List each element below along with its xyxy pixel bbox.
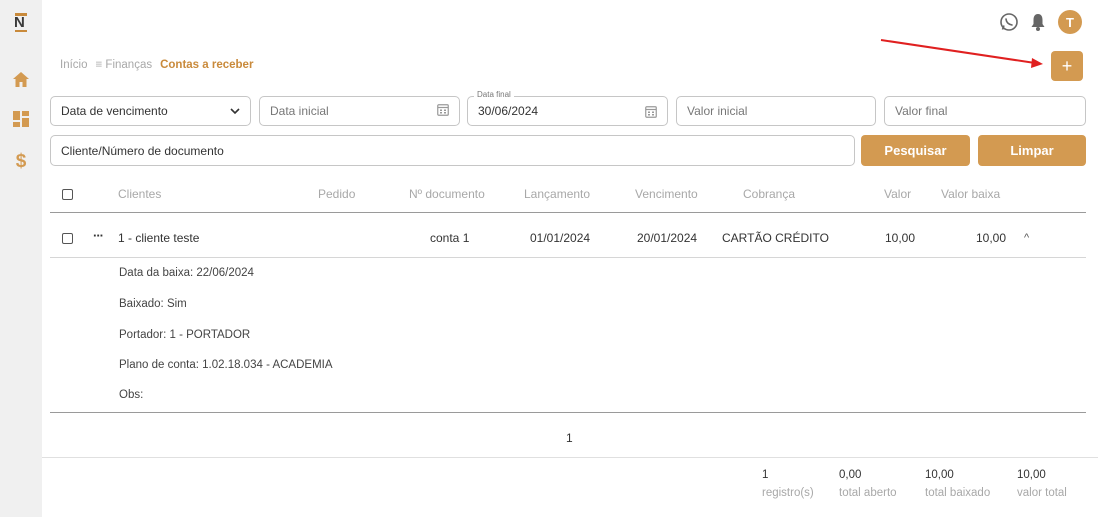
- valor-total-label: valor total: [1017, 487, 1067, 499]
- select-all-checkbox[interactable]: [62, 189, 73, 200]
- col-header-clientes[interactable]: Clientes: [118, 187, 161, 201]
- client-document-search-input[interactable]: Cliente/Número de documento: [50, 135, 855, 166]
- app-logo[interactable]: N: [0, 10, 42, 36]
- value-end-field[interactable]: Valor final: [884, 96, 1086, 126]
- bell-icon[interactable]: [1030, 12, 1046, 32]
- date-start-field[interactable]: Data inicial: [259, 96, 460, 126]
- date-type-select[interactable]: Data de vencimento: [50, 96, 251, 126]
- col-header-lancamento[interactable]: Lançamento: [524, 187, 590, 201]
- add-button[interactable]: +: [1051, 51, 1083, 81]
- row-actions-menu-icon[interactable]: ···: [93, 228, 104, 243]
- home-icon[interactable]: [0, 68, 42, 90]
- total-baixado-label: total baixado: [925, 487, 991, 499]
- sidebar: N $: [0, 0, 42, 517]
- total-registros-value: 1: [762, 469, 769, 481]
- detail-data-baixa: Data da baixa: 22/06/2024: [119, 267, 254, 279]
- date-start-placeholder: Data inicial: [270, 104, 329, 118]
- detail-plano-conta: Plano de conta: 1.02.18.034 - ACADEMIA: [119, 359, 333, 371]
- total-aberto-label: total aberto: [839, 487, 897, 499]
- detail-portador: Portador: 1 - PORTADOR: [119, 329, 251, 341]
- col-header-cobranca[interactable]: Cobrança: [743, 187, 795, 201]
- row-checkbox[interactable]: [62, 233, 73, 244]
- col-header-pedido[interactable]: Pedido: [318, 187, 355, 201]
- breadcrumb-current: Contas a receber: [160, 59, 254, 71]
- value-end-placeholder: Valor final: [895, 104, 948, 118]
- total-registros-label: registro(s): [762, 487, 814, 499]
- chevron-down-icon: [230, 104, 240, 118]
- date-type-value: Data de vencimento: [61, 104, 168, 118]
- details-divider: [50, 412, 1086, 413]
- detail-baixado: Baixado: Sim: [119, 298, 187, 310]
- calendar-icon[interactable]: [645, 105, 657, 121]
- value-start-field[interactable]: Valor inicial: [676, 96, 876, 126]
- collapse-chevron-icon[interactable]: ^: [1024, 232, 1029, 244]
- footer-divider: [42, 457, 1098, 458]
- breadcrumb-finance[interactable]: ≡ Finanças: [96, 59, 153, 71]
- col-header-valor-baixa[interactable]: Valor baixa: [941, 187, 1000, 201]
- menu-lines-icon: ≡: [95, 59, 103, 71]
- cell-valor-baixa: 10,00: [976, 231, 1007, 245]
- col-header-vencimento[interactable]: Vencimento: [635, 187, 698, 201]
- dashboard-icon[interactable]: [0, 108, 42, 130]
- detail-obs: Obs:: [119, 389, 144, 401]
- clear-button[interactable]: Limpar: [978, 135, 1086, 166]
- cell-valor: 10,00: [885, 231, 916, 245]
- breadcrumb: Início ≡ Finanças Contas a receber: [60, 59, 253, 71]
- annotation-arrow-icon: [880, 39, 1043, 68]
- user-avatar[interactable]: T: [1058, 10, 1082, 34]
- date-end-field[interactable]: 30/06/2024: [467, 96, 668, 126]
- date-end-label: Data final: [474, 90, 514, 100]
- row-divider: [50, 257, 1086, 258]
- cell-vencimento: 20/01/2024: [637, 231, 698, 245]
- date-end-value: 30/06/2024: [478, 104, 539, 118]
- breadcrumb-home[interactable]: Início: [60, 59, 88, 71]
- cell-cliente: 1 - cliente teste: [118, 231, 200, 245]
- calendar-icon[interactable]: [437, 103, 449, 119]
- logo-letter: N: [14, 14, 25, 31]
- finance-dollar-icon[interactable]: $: [0, 150, 42, 174]
- header-divider: [50, 212, 1086, 213]
- whatsapp-icon[interactable]: [999, 12, 1019, 32]
- col-header-documento[interactable]: Nº documento: [409, 187, 485, 201]
- col-header-valor[interactable]: Valor: [884, 187, 911, 201]
- search-placeholder: Cliente/Número de documento: [61, 143, 224, 158]
- valor-total-value: 10,00: [1017, 469, 1046, 481]
- cell-documento: conta 1: [430, 231, 470, 245]
- value-start-placeholder: Valor inicial: [687, 104, 748, 118]
- search-button[interactable]: Pesquisar: [861, 135, 970, 166]
- total-baixado-value: 10,00: [925, 469, 954, 481]
- total-aberto-value: 0,00: [839, 469, 862, 481]
- cell-lancamento: 01/01/2024: [530, 231, 591, 245]
- cell-cobranca: CARTÃO CRÉDITO: [722, 231, 829, 245]
- pagination-page-1[interactable]: 1: [566, 431, 573, 445]
